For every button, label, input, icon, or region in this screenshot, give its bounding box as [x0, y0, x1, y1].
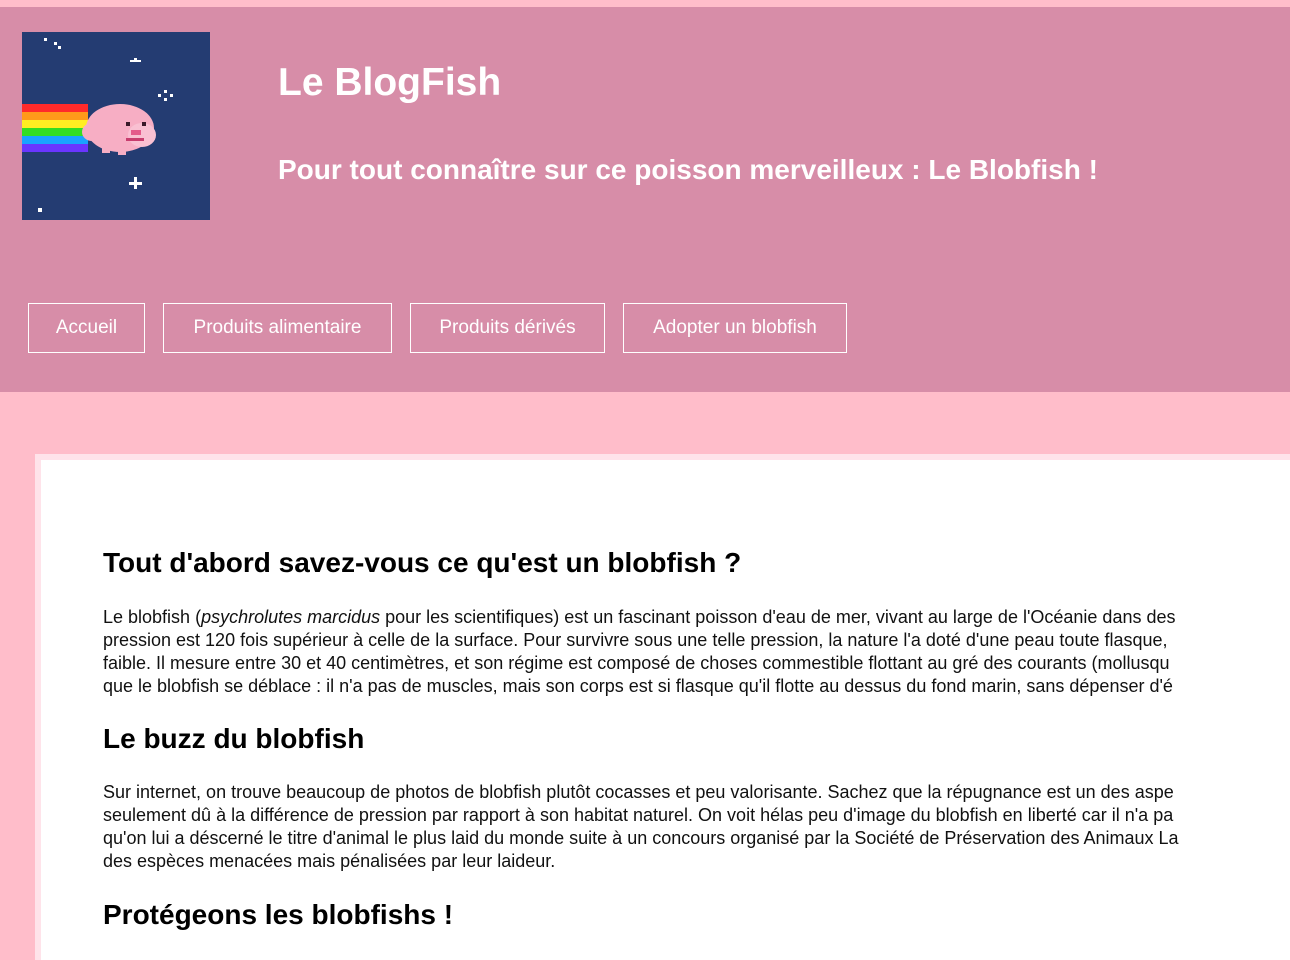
text-line: pression est 120 fois supérieur à celle …: [103, 630, 1168, 650]
section-text-buzz: Sur internet, on trouve beaucoup de phot…: [103, 781, 1290, 873]
main-content: Tout d'abord savez-vous ce qu'est un blo…: [35, 454, 1290, 960]
section-title-buzz: Le buzz du blobfish: [103, 723, 365, 754]
section-text-intro: Le blobfish (psychrolutes marcidus pour …: [103, 606, 1290, 698]
scientific-name: psychrolutes marcidus: [201, 607, 381, 627]
text-line: faible. Il mesure entre 30 et 40 centimè…: [103, 653, 1170, 673]
text-line: qu'on lui a déscerné le titre d'animal l…: [103, 828, 1179, 848]
site-header: Le BlogFish Pour tout connaître sur ce p…: [0, 7, 1290, 392]
nav-item-accueil[interactable]: Accueil: [28, 303, 145, 353]
text-line: seulement dû à la différence de pression…: [103, 805, 1174, 825]
text-segment: pour les scientifiques) est un fascinant…: [380, 607, 1176, 627]
nav-item-adopter-blobfish[interactable]: Adopter un blobfish: [623, 303, 847, 353]
section-title-intro: Tout d'abord savez-vous ce qu'est un blo…: [103, 547, 742, 578]
text-line: que le blobfish se déblace : il n'a pas …: [103, 676, 1173, 696]
text-line: Sur internet, on trouve beaucoup de phot…: [103, 782, 1174, 802]
text-line: Le blobfish (psychrolutes marcidus pour …: [103, 606, 1290, 629]
top-strip: [0, 0, 1290, 7]
text-line: des espèces menacées mais pénalisées par…: [103, 851, 556, 871]
page: Le BlogFish Pour tout connaître sur ce p…: [0, 0, 1290, 960]
nav-item-produits-alimentaire[interactable]: Produits alimentaire: [163, 303, 392, 353]
nyan-blobfish-logo-icon: [22, 32, 210, 220]
site-tagline: Pour tout connaître sur ce poisson merve…: [278, 154, 1098, 185]
nav-item-produits-derives[interactable]: Produits dérivés: [410, 303, 605, 353]
site-title: Le BlogFish: [278, 61, 502, 104]
text-segment: Le blobfish (: [103, 607, 202, 627]
section-title-protect: Protégeons les blobfishs !: [103, 899, 454, 930]
